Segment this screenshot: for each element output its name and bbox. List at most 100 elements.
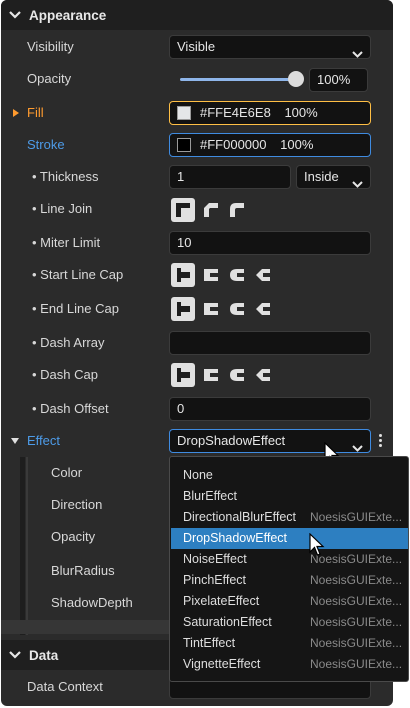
opacity-row: Opacity 100% [1,65,393,93]
fill-label: Fill [27,105,44,120]
effect-subproperty-label: Opacity [51,529,96,544]
round-cap-icon[interactable] [225,363,249,387]
effect-subproperty-label: Color [51,465,83,480]
effect-option-name: TintEffect [183,636,236,650]
expand-right-icon[interactable] [13,109,19,117]
effect-option-name: NoiseEffect [183,552,247,566]
effect-subproperty-label: BlurRadius [51,563,115,578]
square-cap-icon[interactable] [199,263,223,287]
flat-cap-icon[interactable] [171,297,195,321]
effect-option[interactable]: DirectionalBlurEffect NoesisGUIExte... [171,507,408,528]
dash-cap-label: • Dash Cap [32,367,98,382]
effect-option[interactable]: DropShadowEffect [171,528,408,549]
effect-subproperty-label: ShadowDepth [51,595,133,610]
effect-option-assembly: NoesisGUIExte... [310,657,403,671]
miter-join-icon[interactable] [171,198,195,222]
effect-label: Effect [27,433,61,448]
effect-option-name: SaturationEffect [183,615,272,629]
visibility-label: Visibility [27,39,74,54]
effect-option-name: DirectionalBlurEffect [183,510,297,524]
opacity-slider-track[interactable] [180,78,296,81]
effect-subproperty-label: Direction [51,497,103,512]
dash-array-input[interactable] [169,331,371,355]
effect-option[interactable]: NoiseEffect NoesisGUIExte... [171,549,408,570]
effect-indent-guide-inner [26,457,28,635]
effect-option-assembly: NoesisGUIExte... [310,636,403,650]
triangle-cap-icon[interactable] [251,263,275,287]
effect-option[interactable]: BlurEffect [171,486,408,507]
effect-option-name: VignetteEffect [183,657,261,671]
collapse-down-icon[interactable] [11,438,19,444]
fill-alpha-text: 100% [284,105,318,120]
effect-option-assembly: NoesisGUIExte... [310,510,403,524]
chevron-down-icon [1,651,29,659]
effect-indent-guide [20,457,25,635]
opacity-slider-thumb[interactable] [288,71,304,87]
data-context-label: Data Context [27,679,103,694]
line-join-row: • Line Join [1,195,393,223]
stroke-color-field[interactable]: #FF000000 100% [169,133,371,157]
effect-option-name: None [183,468,213,482]
effect-option[interactable]: PinchEffect NoesisGUIExte... [171,570,408,591]
start-line-cap-row: • Start Line Cap [1,261,393,289]
dash-array-row: • Dash Array [1,329,393,357]
stroke-alignment-value: Inside [304,169,339,184]
more-options-icon[interactable] [379,434,383,447]
dash-cap-row: • Dash Cap [1,361,393,389]
triangle-cap-icon[interactable] [251,363,275,387]
end-line-cap-label: • End Line Cap [32,301,119,316]
start-line-cap-label: • Start Line Cap [32,267,124,282]
chevron-down-icon [1,11,29,19]
effect-value: DropShadowEffect [177,433,286,448]
effect-option-name: PinchEffect [183,573,247,587]
stroke-label: Stroke [27,137,65,152]
triangle-cap-icon[interactable] [251,297,275,321]
fill-color-text: #FFE4E6E8 [200,105,271,120]
opacity-input[interactable]: 100% [309,68,368,92]
effect-option-name: BlurEffect [183,489,237,503]
appearance-section-title: Appearance [29,7,107,23]
end-line-cap-row: • End Line Cap [1,295,393,323]
chevron-down-icon [352,43,363,65]
stroke-color-swatch[interactable] [177,138,191,152]
dash-offset-label: • Dash Offset [32,401,109,416]
effect-option[interactable]: PixelateEffect NoesisGUIExte... [171,591,408,612]
miter-limit-row: • Miter Limit 10 [1,229,393,257]
effect-option-name: DropShadowEffect [183,531,287,545]
stroke-color-text: #FF000000 [200,137,267,152]
round-cap-icon[interactable] [225,263,249,287]
bevel-join-icon[interactable] [199,198,223,222]
miter-limit-input[interactable]: 10 [169,231,371,255]
dash-offset-row: • Dash Offset 0 [1,395,393,423]
fill-color-swatch[interactable] [177,106,191,120]
dash-array-label: • Dash Array [32,335,105,350]
dash-offset-input[interactable]: 0 [169,397,371,421]
appearance-section-header[interactable]: Appearance [1,0,393,30]
effect-option-assembly: NoesisGUIExte... [310,573,403,587]
effect-option-assembly: NoesisGUIExte... [310,615,403,629]
effect-option-name: PixelateEffect [183,594,260,608]
stroke-alpha-text: 100% [280,137,314,152]
effect-option[interactable]: SaturationEffect NoesisGUIExte... [171,612,408,633]
visibility-dropdown[interactable]: Visible [169,35,371,59]
flat-cap-icon[interactable] [171,363,195,387]
chevron-down-icon [352,173,363,195]
effect-option[interactable]: VignetteEffect NoesisGUIExte... [171,654,408,675]
visibility-value: Visible [177,39,216,54]
stroke-alignment-dropdown[interactable]: Inside [296,165,371,189]
flat-cap-icon[interactable] [171,263,195,287]
square-cap-icon[interactable] [199,363,223,387]
round-cap-icon[interactable] [225,297,249,321]
effect-option[interactable]: TintEffect NoesisGUIExte... [171,633,408,654]
thickness-label: • Thickness [32,169,99,184]
effect-option[interactable]: None [171,465,408,486]
fill-row: Fill #FFE4E6E8 100% [1,99,393,127]
round-join-icon[interactable] [225,198,249,222]
data-section-title: Data [29,647,59,663]
fill-color-field[interactable]: #FFE4E6E8 100% [169,101,371,125]
effect-dropdown[interactable]: DropShadowEffect [169,429,371,453]
thickness-input[interactable]: 1 [169,165,291,189]
square-cap-icon[interactable] [199,297,223,321]
effect-option-assembly: NoesisGUIExte... [310,594,403,608]
visibility-row: Visibility Visible [1,33,393,61]
